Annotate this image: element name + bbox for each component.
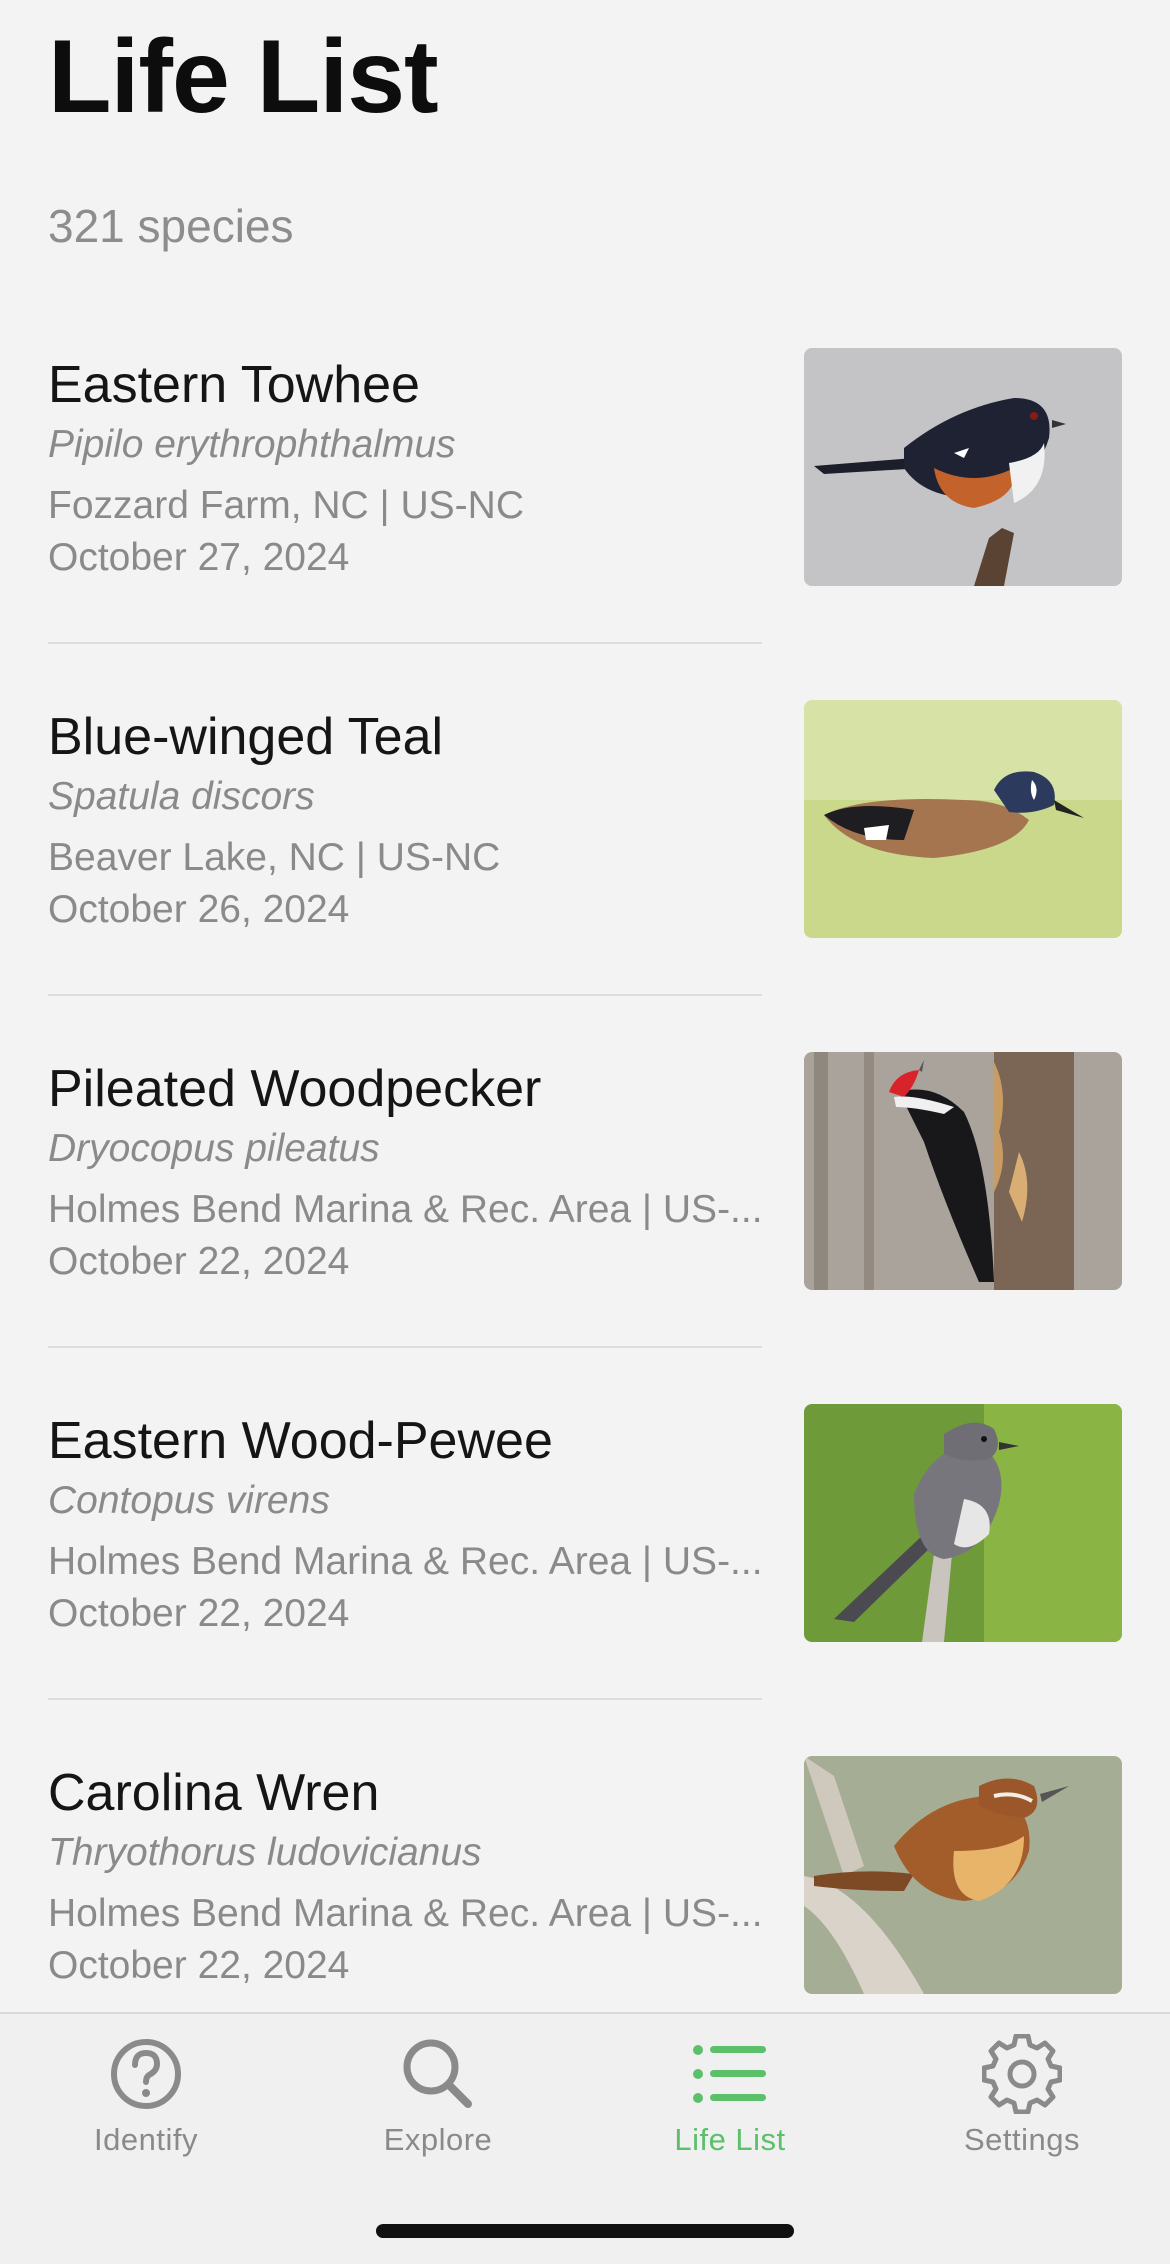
sighting-date: October 22, 2024 [48, 1592, 350, 1635]
common-name: Carolina Wren [48, 1764, 380, 1822]
sighting-date: October 26, 2024 [48, 888, 350, 931]
bird-photo [804, 1052, 1122, 1290]
location: Fozzard Farm, NC | US-NC [48, 484, 524, 527]
species-count: 321 species [48, 200, 294, 252]
search-icon [403, 2039, 472, 2108]
bird-photo [804, 1756, 1122, 1994]
question-circle-icon [111, 2039, 181, 2109]
tab-identify[interactable]: Identify [0, 2014, 292, 2174]
tab-explore[interactable]: Explore [292, 2014, 584, 2174]
common-name: Pileated Woodpecker [48, 1060, 542, 1118]
common-name: Eastern Wood-Pewee [48, 1412, 553, 1470]
sighting-date: October 22, 2024 [48, 1944, 350, 1987]
list-item[interactable]: Blue-winged Teal Spatula discors Beaver … [0, 672, 1170, 1024]
scientific-name: Thryothorus ludovicianus [48, 1831, 482, 1874]
list-icon [693, 2045, 766, 2103]
bird-photo [804, 700, 1122, 938]
location: Beaver Lake, NC | US-NC [48, 836, 501, 879]
divider [48, 1346, 762, 1348]
sighting-date: October 27, 2024 [48, 536, 350, 579]
tab-life-list[interactable]: Life List [584, 2014, 876, 2174]
scientific-name: Spatula discors [48, 775, 315, 818]
life-list: Eastern Towhee Pipilo erythrophthalmus F… [0, 320, 1170, 2080]
location: Holmes Bend Marina & Rec. Area | US-... [48, 1892, 763, 1935]
tab-label: Identify [94, 2122, 198, 2157]
location: Holmes Bend Marina & Rec. Area | US-... [48, 1188, 763, 1231]
divider [48, 642, 762, 644]
common-name: Eastern Towhee [48, 356, 420, 414]
scientific-name: Dryocopus pileatus [48, 1127, 380, 1170]
scientific-name: Contopus virens [48, 1479, 330, 1522]
home-indicator [376, 2224, 794, 2238]
tab-label: Explore [383, 2122, 493, 2157]
divider [48, 994, 762, 996]
page-title: Life List [48, 19, 439, 135]
gear-icon [982, 2034, 1062, 2114]
tab-label: Life List [674, 2122, 786, 2157]
scientific-name: Pipilo erythrophthalmus [48, 423, 456, 466]
location: Holmes Bend Marina & Rec. Area | US-... [48, 1540, 763, 1583]
bird-photo [804, 348, 1122, 586]
list-item[interactable]: Pileated Woodpecker Dryocopus pileatus H… [0, 1024, 1170, 1376]
tab-label: Settings [963, 2122, 1080, 2157]
tab-settings[interactable]: Settings [876, 2014, 1168, 2174]
list-item[interactable]: Eastern Wood-Pewee Contopus virens Holme… [0, 1376, 1170, 1728]
common-name: Blue-winged Teal [48, 708, 444, 766]
divider [48, 1698, 762, 1700]
bird-photo [804, 1404, 1122, 1642]
sighting-date: October 22, 2024 [48, 1240, 350, 1283]
list-item[interactable]: Eastern Towhee Pipilo erythrophthalmus F… [0, 320, 1170, 672]
